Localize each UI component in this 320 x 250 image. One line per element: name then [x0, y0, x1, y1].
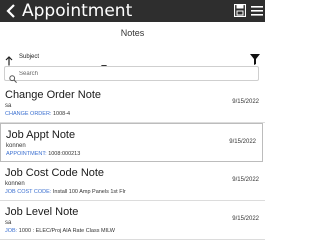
note-reference: JOB: 1000 : ELEC/Proj AIA Rate Class MIL… [5, 228, 115, 234]
note-user: konnen [6, 143, 26, 149]
sort-bar: Subject [0, 51, 265, 69]
note-reference: CHANGE ORDER: 1008-4 [5, 111, 70, 117]
note-reference-type[interactable]: CHANGE ORDER: [5, 111, 51, 117]
note-title: Job Appt Note [6, 129, 76, 141]
page-heading: Notes [120, 28, 145, 38]
note-reference: JOB COST CODE: Install 100 Amp Panels 1s… [5, 189, 126, 195]
filter-icon [250, 54, 260, 65]
app-title: Appointment [22, 1, 133, 21]
sort-direction-button[interactable] [5, 53, 13, 66]
note-reference-type[interactable]: APPOINTMENT: [6, 151, 47, 157]
hamburger-menu-icon [251, 6, 263, 16]
list-item[interactable]: Change Order Note sa CHANGE ORDER: 1008-… [0, 84, 265, 123]
note-user: sa [5, 220, 12, 226]
note-user: konnen [5, 181, 25, 187]
menu-button[interactable] [251, 4, 263, 17]
caret-down-icon[interactable] [101, 56, 107, 69]
note-date: 9/15/2022 [232, 216, 259, 222]
title-bar: Appointment [0, 0, 265, 22]
arrow-up-icon [5, 56, 13, 66]
save-icon [233, 3, 247, 18]
notes-list: Change Order Note sa CHANGE ORDER: 1008-… [0, 84, 265, 240]
note-reference-type[interactable]: JOB COST CODE: [5, 189, 51, 195]
note-title: Job Cost Code Note [5, 167, 105, 179]
note-reference-value: 1000 : ELEC/Proj AIA Rate Class MILW [18, 228, 115, 234]
filter-button[interactable] [250, 52, 260, 65]
search-input[interactable] [19, 68, 254, 79]
note-date: 9/15/2022 [229, 139, 256, 145]
note-title: Job Level Note [5, 206, 79, 218]
note-reference-type[interactable]: JOB: [5, 228, 17, 234]
note-reference-value: 1008-4 [52, 111, 71, 117]
note-reference-value: 1008:000213 [48, 151, 81, 157]
search-icon [9, 70, 17, 83]
list-item[interactable]: Job Appt Note konnen APPOINTMENT: 1008:0… [0, 123, 263, 162]
search-box [4, 66, 259, 83]
save-button[interactable] [233, 3, 247, 18]
chevron-left-icon [6, 4, 15, 18]
note-reference: APPOINTMENT: 1008:000213 [6, 151, 80, 157]
list-item[interactable]: Job Level Note sa JOB: 1000 : ELEC/Proj … [0, 201, 265, 240]
note-date: 9/15/2022 [232, 177, 259, 183]
note-user: sa [5, 103, 12, 109]
note-reference-value: Install 100 Amp Panels 1st Flr [52, 189, 126, 195]
note-title: Change Order Note [5, 89, 101, 101]
note-date: 9/15/2022 [232, 99, 259, 105]
back-button[interactable] [4, 3, 18, 19]
list-item[interactable]: Job Cost Code Note konnen JOB COST CODE:… [0, 162, 265, 201]
sort-field-select[interactable]: Subject [19, 54, 39, 60]
